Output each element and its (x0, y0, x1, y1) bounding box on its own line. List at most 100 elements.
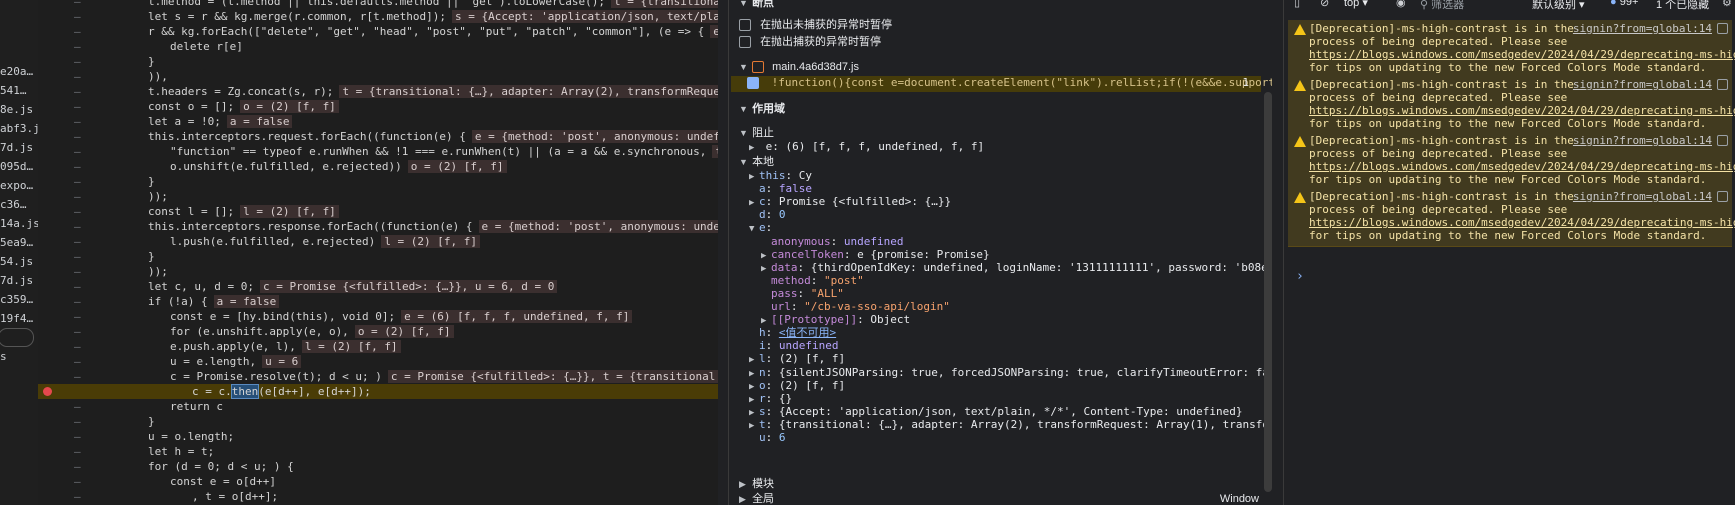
file-item[interactable]: c36… (0, 195, 38, 214)
code-line[interactable]: – , t = o[d++]; (38, 489, 718, 504)
line-gutter-dash[interactable]: – (74, 144, 81, 159)
scope-variable[interactable]: ▶ [[Prototype]]: Object (761, 313, 910, 327)
message-source-link[interactable]: signin?from=global:14 (1573, 78, 1712, 91)
line-gutter-dash[interactable]: – (74, 99, 81, 114)
file-item[interactable]: 5ea9… (0, 233, 38, 252)
context-select[interactable]: top ▾ (1344, 0, 1368, 9)
line-gutter-dash[interactable]: – (74, 0, 81, 9)
eye-icon[interactable]: ◉ (1396, 0, 1406, 9)
line-gutter-dash[interactable]: – (74, 189, 81, 204)
scope-variable[interactable]: h: <值不可用> (749, 326, 836, 340)
clear-console-icon[interactable]: ⊘ (1320, 0, 1329, 9)
code-line[interactable]: –} (38, 174, 718, 189)
scope-module-header[interactable]: ▶ 模块 (739, 477, 774, 491)
code-line[interactable]: –)); (38, 264, 718, 279)
line-gutter-dash[interactable]: – (74, 294, 81, 309)
breakpoint-enabled-checkbox[interactable] (747, 77, 759, 89)
scope-global-header[interactable]: ▶ 全局 Window (739, 492, 1259, 505)
line-gutter-dash[interactable]: – (74, 324, 81, 339)
source-editor[interactable]: – t.method = (t.method || this.defaults.m… (38, 0, 718, 505)
console-warning-message[interactable]: [Deprecation]-ms-high-contrast is in the… (1288, 20, 1735, 79)
line-gutter-dash[interactable]: – (74, 219, 81, 234)
breakpoint-marker-icon[interactable] (43, 387, 52, 396)
filter-input[interactable]: ⚲ 筛选器 (1420, 0, 1464, 12)
line-gutter-dash[interactable]: – (74, 264, 81, 279)
line-gutter-dash[interactable]: – (74, 84, 81, 99)
copy-icon[interactable] (1717, 79, 1728, 90)
file-item[interactable]: abf3.js (0, 119, 38, 138)
scope-variable[interactable]: ▼ e: (749, 221, 772, 235)
line-gutter-dash[interactable]: – (74, 159, 81, 174)
line-gutter-dash[interactable]: – (74, 474, 81, 489)
message-source-link[interactable]: signin?from=global:14 (1573, 134, 1712, 147)
issues-counter[interactable]: ● 99+ (1610, 0, 1638, 8)
code-line[interactable]: – "function" == typeof e.runWhen && !1 ==… (38, 144, 718, 159)
scope-variable[interactable]: method: "post" (761, 274, 864, 288)
message-link[interactable]: https://blogs.windows.com/msedgedev/2024… (1309, 104, 1735, 117)
code-line[interactable]: –} (38, 249, 718, 264)
code-line[interactable]: – this.interceptors.request.forEach((func… (38, 129, 718, 144)
file-filter-pill[interactable] (0, 328, 34, 347)
code-line[interactable]: – o.unshift(e.fulfilled, e.rejected)) o = … (38, 159, 718, 174)
line-gutter-dash[interactable]: – (74, 174, 81, 189)
pause-uncaught-checkbox[interactable] (739, 19, 751, 32)
file-item[interactable]: 541… (0, 81, 38, 100)
file-item[interactable]: 14a.js (0, 214, 38, 233)
console-warning-message[interactable]: [Deprecation]-ms-high-contrast is in the… (1288, 76, 1735, 135)
scope-variable[interactable]: u: 6 (749, 431, 786, 445)
line-gutter-dash[interactable]: – (74, 234, 81, 249)
breakpoint-entry[interactable]: !function(){const e=document.createEleme… (731, 76, 1272, 92)
scope-variable[interactable]: i: undefined (749, 339, 838, 353)
pause-uncaught-option[interactable]: 在抛出未捕获的异常时暂停 (739, 18, 892, 32)
code-line[interactable]: – for (d = 0; d < u; ) { (38, 459, 718, 474)
console-prompt[interactable]: › (1296, 269, 1304, 284)
scope-variable[interactable]: pass: "ALL" (761, 287, 844, 301)
line-gutter-dash[interactable]: – (74, 309, 81, 324)
line-gutter-dash[interactable]: – (74, 279, 81, 294)
line-gutter-dash[interactable]: – (74, 339, 81, 354)
console-warning-message[interactable]: [Deprecation]-ms-high-contrast is in the… (1288, 188, 1735, 247)
pause-caught-checkbox[interactable] (739, 36, 751, 49)
scope-variable[interactable]: ▶ cancelToken: e {promise: Promise} (761, 248, 990, 262)
file-item[interactable]: 7d.js (0, 271, 38, 290)
scope-section-header[interactable]: ▼ 作用域 (739, 102, 785, 116)
code-line[interactable]: – delete r[e] (38, 39, 718, 54)
file-item[interactable]: s (0, 347, 38, 366)
code-line[interactable]: – const l = []; l = (2) [f, f] (38, 204, 718, 219)
code-line[interactable]: – return c (38, 399, 718, 414)
code-line[interactable]: – l.push(e.fulfilled, e.rejected) l = (2) … (38, 234, 718, 249)
file-item[interactable]: 19f4… (0, 309, 38, 328)
scrollbar[interactable] (1264, 92, 1272, 492)
line-gutter-dash[interactable]: – (74, 24, 81, 39)
scope-variable[interactable]: ▶ c: Promise {<fulfilled>: {…}} (749, 195, 951, 209)
code-line[interactable]: – r && kg.forEach(["delete", "get", "head… (38, 24, 718, 39)
code-line[interactable]: – const e = [hy.bind(this), void 0]; e = (… (38, 309, 718, 324)
code-line[interactable]: –)); (38, 189, 718, 204)
line-gutter-dash[interactable]: – (74, 249, 81, 264)
line-gutter-dash[interactable]: – (74, 444, 81, 459)
code-line[interactable]: – e.push.apply(e, l), l = (2) [f, f] (38, 339, 718, 354)
line-gutter-dash[interactable]: – (74, 54, 81, 69)
line-gutter-dash[interactable]: – (74, 204, 81, 219)
line-gutter-dash[interactable]: – (74, 9, 81, 24)
code-line[interactable]: – c = Promise.resolve(t); d < u; ) c = Pro… (38, 369, 718, 384)
console-warning-message[interactable]: [Deprecation]-ms-high-contrast is in the… (1288, 132, 1735, 191)
copy-icon[interactable] (1717, 135, 1728, 146)
code-line[interactable]: – u = e.length, u = 6 (38, 354, 718, 369)
file-item[interactable]: 8e.js (0, 100, 38, 119)
selected-token[interactable]: then (230, 384, 260, 399)
line-gutter-dash[interactable]: – (74, 429, 81, 444)
scope-variable[interactable]: url: "/cb-va-sso-api/login" (761, 300, 950, 314)
code-line[interactable]: – t.headers = Zg.concat(s, r); t = {transi… (38, 84, 718, 99)
line-gutter-dash[interactable]: – (74, 459, 81, 474)
scope-variable[interactable]: ▶ data: {thirdOpenIdKey: undefined, login… (761, 261, 1272, 275)
scope-local-header[interactable]: ▼ 本地 (739, 155, 774, 169)
line-gutter-dash[interactable]: – (74, 369, 81, 384)
scope-variable[interactable]: ▶ o: (2) [f, f] (749, 379, 845, 393)
code-line[interactable]: –} (38, 54, 718, 69)
code-line[interactable]: – const e = o[d++] (38, 474, 718, 489)
scope-variable[interactable]: ▶ l: (2) [f, f] (749, 352, 845, 366)
file-item[interactable]: 54.js (0, 252, 38, 271)
current-execution-line[interactable]: c = c.then(e[d++], e[d++]); (38, 384, 718, 399)
line-gutter-dash[interactable]: – (74, 399, 81, 414)
